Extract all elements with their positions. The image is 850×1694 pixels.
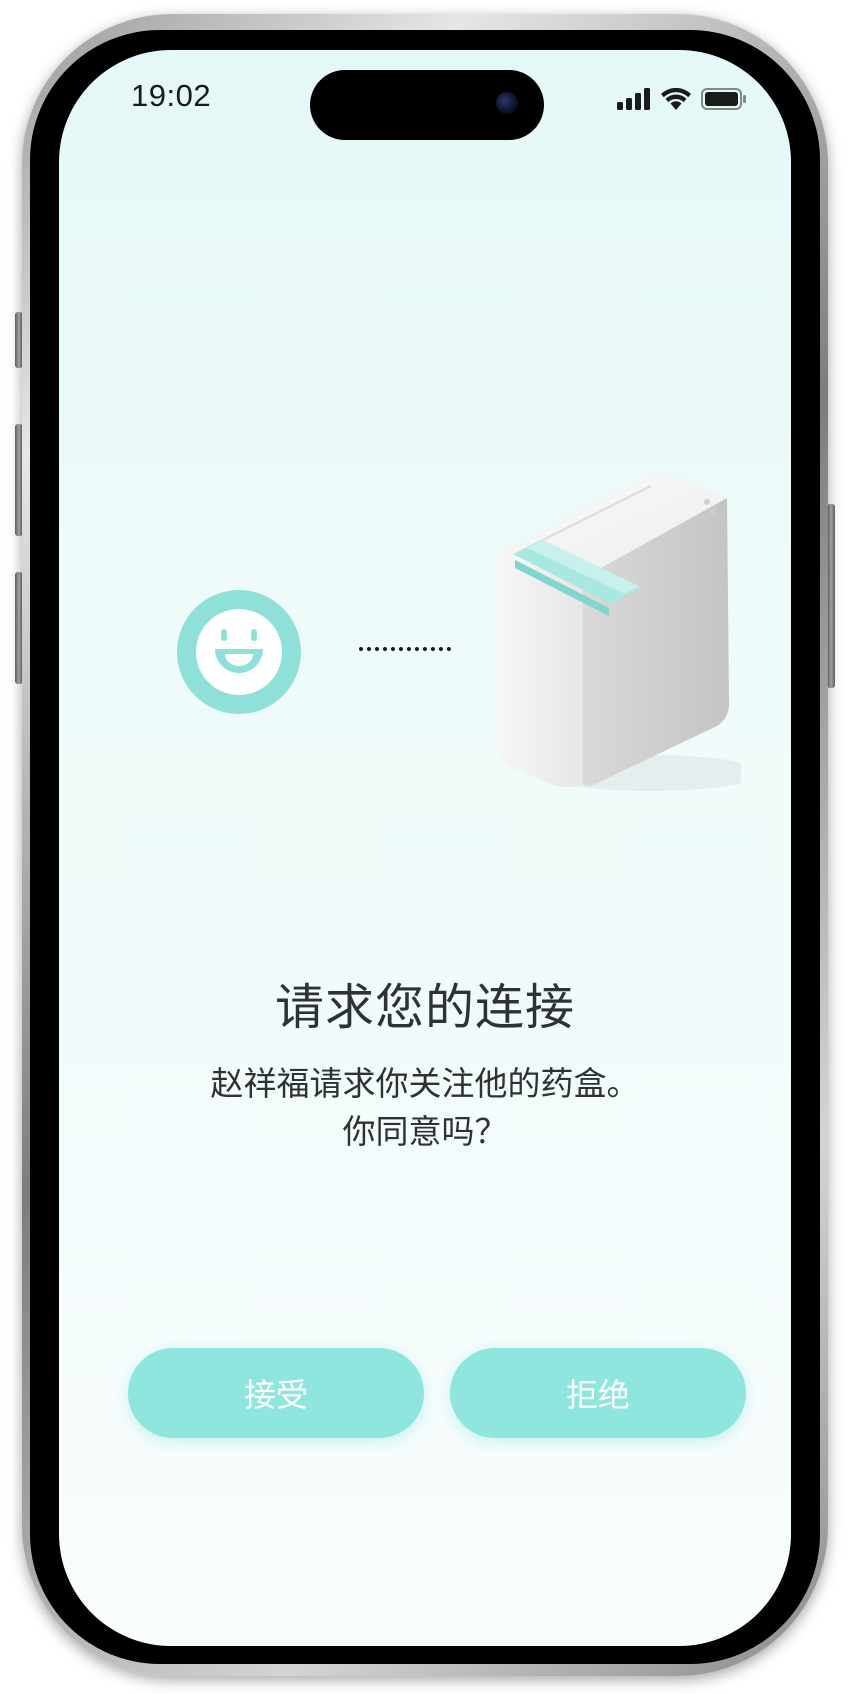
accept-button[interactable]: 接受 — [128, 1348, 424, 1438]
reject-button[interactable]: 拒绝 — [450, 1348, 746, 1438]
request-message: 赵祥福请求你关注他的药盒。 你同意吗？ — [59, 1060, 791, 1156]
request-message-line-1: 赵祥福请求你关注他的药盒。 — [210, 1064, 640, 1103]
page-title: 请求您的连接 — [274, 979, 575, 1036]
dynamic-island — [310, 70, 544, 140]
user-avatar — [177, 590, 301, 714]
battery-icon — [701, 88, 746, 110]
smiley-face-icon — [215, 629, 263, 673]
screen: 19:02 请求您的连接 赵祥福请求你关注他的药盒。 你同意吗？ 接受 拒绝 — [59, 50, 791, 1646]
wifi-icon — [661, 88, 691, 110]
connection-dotted-line — [359, 647, 451, 655]
power-button — [827, 504, 835, 688]
status-icons — [617, 86, 747, 112]
request-message-line-2: 你同意吗？ — [342, 1112, 508, 1151]
cellular-signal-icon — [617, 88, 650, 110]
avatar-face — [196, 609, 282, 695]
pill-box-device-image — [497, 473, 741, 791]
status-time: 19:02 — [131, 78, 212, 113]
canvas: 19:02 请求您的连接 赵祥福请求你关注他的药盒。 你同意吗？ 接受 拒绝 — [0, 0, 850, 1694]
front-camera-icon — [496, 92, 518, 114]
